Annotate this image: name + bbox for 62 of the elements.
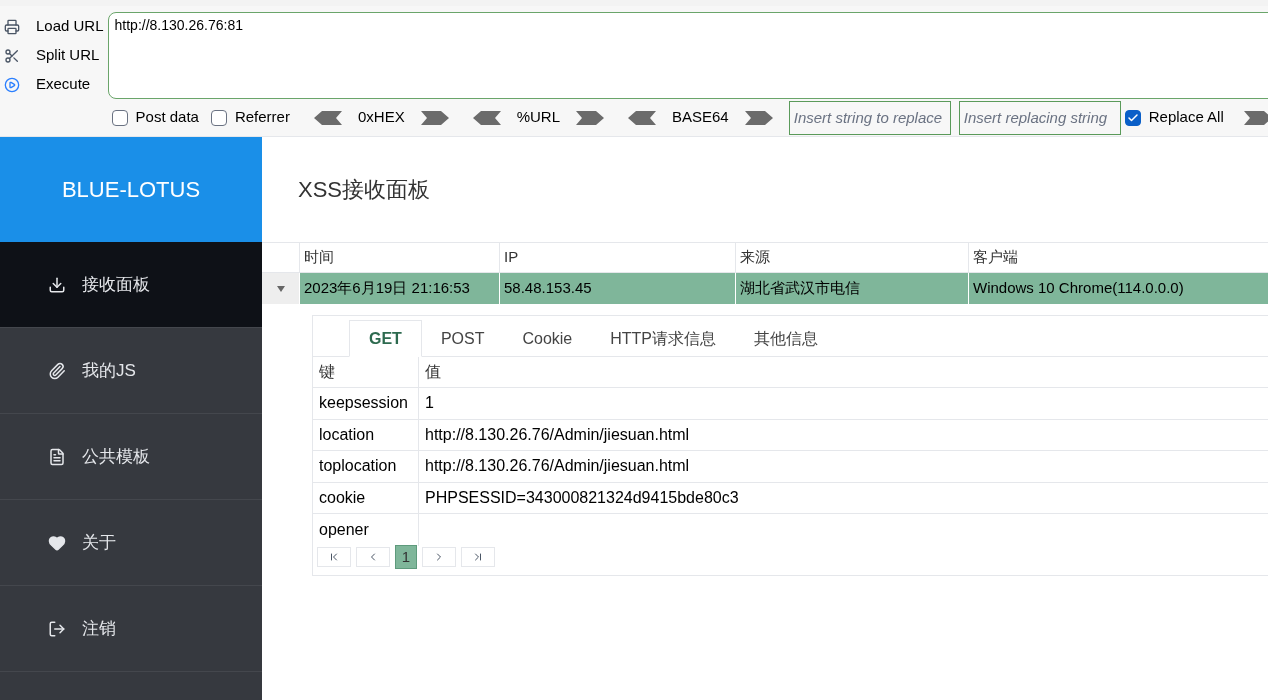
heart-icon (48, 533, 66, 552)
column-header: IP (499, 243, 735, 272)
page-button[interactable]: 1 (395, 544, 417, 569)
checkbox[interactable] (210, 109, 227, 126)
column-header: 键 (313, 357, 419, 387)
right-chevron-icon[interactable] (1243, 110, 1268, 125)
right-chevron-icon[interactable] (744, 110, 773, 125)
checkbox[interactable] (111, 109, 128, 126)
brand-title: BLUE-LOTUS (0, 137, 262, 242)
right-chevron-icon[interactable] (576, 110, 604, 125)
table-cell: 2023年6月19日 21:16:53 (299, 273, 499, 304)
table-cell: Windows 10 Chrome(114.0.0.0) (968, 273, 1268, 304)
checkbox[interactable] (1124, 109, 1141, 126)
right-chevron-icon[interactable] (420, 110, 449, 125)
detail-tab[interactable]: 其他信息 (735, 320, 838, 357)
table-cell: 58.48.153.45 (499, 273, 735, 304)
printer-icon (4, 18, 20, 35)
table-row[interactable]: 2023年6月19日 21:16:53 58.48.153.45 湖北省武汉市电信 Windows 10 Chrome(114.0.0.0) (262, 273, 1268, 304)
table-cell: 湖北省武汉市电信 (735, 273, 968, 304)
last-page-icon (472, 550, 484, 563)
table-cell: cookie (313, 482, 419, 513)
table-cell: toplocation (313, 451, 419, 482)
paperclip-icon (48, 361, 66, 380)
detail-tab[interactable]: POST (421, 320, 504, 357)
table-cell-text: 1 (424, 393, 435, 414)
checkbox-label: Post data (135, 107, 199, 128)
detail-tab[interactable]: Cookie (503, 320, 592, 357)
checkbox-label: Referrer (234, 107, 290, 128)
document-icon (48, 447, 66, 466)
column-header: 值 (424, 362, 442, 382)
table-cell-text: http://8.130.26.76/Admin/jiesuan.html (424, 456, 691, 477)
expand-caret-icon[interactable] (276, 285, 285, 292)
column-header: 来源 (735, 243, 968, 272)
scissors-icon (4, 47, 20, 64)
url-field[interactable]: http://8.130.26.76:81 (107, 12, 1268, 100)
page-title: XSS接收面板 (297, 176, 432, 204)
first-page-icon (328, 550, 340, 563)
toolbar-button[interactable]: Split URL (0, 41, 108, 70)
table-cell-text: http://8.130.26.76/Admin/jiesuan.html (424, 424, 691, 445)
left-chevron-icon[interactable] (472, 110, 501, 125)
play-icon (4, 76, 20, 93)
detail-tab[interactable]: GET (349, 320, 422, 357)
encoding-label: 0xHEX (357, 107, 405, 128)
download-icon (48, 275, 66, 294)
encoding-label: BASE64 (672, 107, 729, 128)
checkmark-icon (1126, 111, 1139, 124)
replace-field[interactable]: Insert replacing string (958, 100, 1121, 135)
logout-icon (48, 619, 66, 638)
column-header: 时间 (299, 243, 499, 272)
column-header: 客户端 (968, 243, 1268, 272)
sidebar-item[interactable]: 接收面板 (0, 242, 262, 328)
toolbar-button[interactable]: Execute (0, 70, 108, 99)
table-cell-text: PHPSESSID=343000821324d9415bde80c3 (424, 487, 740, 508)
left-chevron-icon[interactable] (313, 110, 342, 125)
replace-field[interactable]: Insert string to replace (788, 100, 951, 135)
checkbox-label: Replace All (1148, 107, 1224, 128)
left-chevron-icon[interactable] (628, 110, 656, 125)
toolbar-button[interactable]: Load URL (0, 12, 108, 41)
encoding-label: %URL (516, 107, 560, 128)
table-cell: keepsession (313, 388, 419, 419)
detail-tab[interactable]: HTTP请求信息 (591, 320, 736, 357)
table-cell: location (313, 419, 419, 450)
